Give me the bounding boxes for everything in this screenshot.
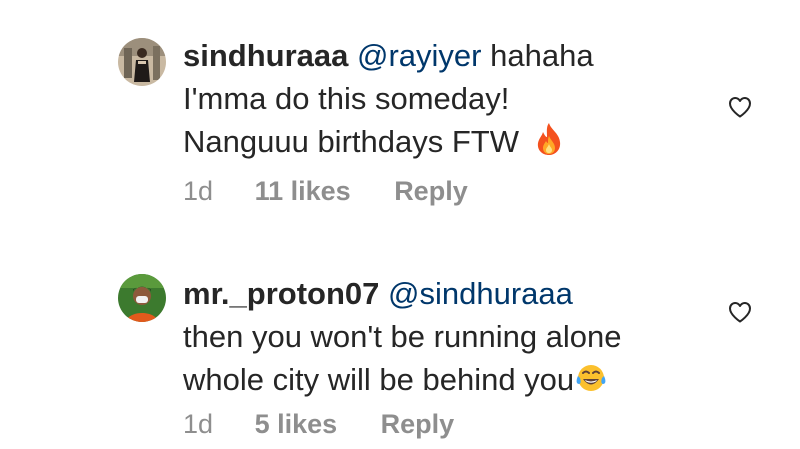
comment-text: mr._proton07 @sindhuraaa then you won't … bbox=[183, 272, 622, 405]
comment-likes-link[interactable]: 5 likes bbox=[255, 409, 338, 440]
comment-text: sindhuraaa @rayiyer hahaha I'mma do this… bbox=[183, 34, 594, 167]
tears-of-joy-emoji-icon bbox=[575, 362, 607, 405]
comment-item: sindhuraaa @rayiyer hahaha I'mma do this… bbox=[0, 0, 800, 224]
comment-username[interactable]: sindhuraaa bbox=[183, 38, 348, 73]
fire-emoji-icon bbox=[534, 122, 564, 167]
heart-icon[interactable] bbox=[728, 96, 752, 118]
avatar[interactable] bbox=[118, 38, 166, 86]
comment-line: then you won't be running alone bbox=[183, 319, 622, 354]
avatar[interactable] bbox=[118, 274, 166, 322]
comment-line: hahaha bbox=[490, 38, 594, 73]
comment-line: whole city will be behind you bbox=[183, 362, 575, 397]
comment-line: Nanguuu birthdays FTW bbox=[183, 124, 519, 159]
comment-line: I'mma do this someday! bbox=[183, 81, 510, 116]
comment-likes-link[interactable]: 11 likes bbox=[255, 176, 351, 207]
comment-meta: 1d 11 likes Reply bbox=[183, 176, 468, 207]
comment-mention[interactable]: @rayiyer bbox=[357, 38, 481, 73]
comment-timestamp: 1d bbox=[183, 176, 214, 206]
comment-mention[interactable]: @sindhuraaa bbox=[388, 276, 573, 311]
comment-item: mr._proton07 @sindhuraaa then you won't … bbox=[0, 224, 800, 449]
comment-meta: 1d 5 likes Reply bbox=[183, 409, 454, 440]
comment-timestamp: 1d bbox=[183, 409, 214, 439]
reply-button[interactable]: Reply bbox=[394, 176, 468, 207]
reply-button[interactable]: Reply bbox=[381, 409, 455, 440]
comment-username[interactable]: mr._proton07 bbox=[183, 276, 379, 311]
heart-icon[interactable] bbox=[728, 301, 752, 323]
